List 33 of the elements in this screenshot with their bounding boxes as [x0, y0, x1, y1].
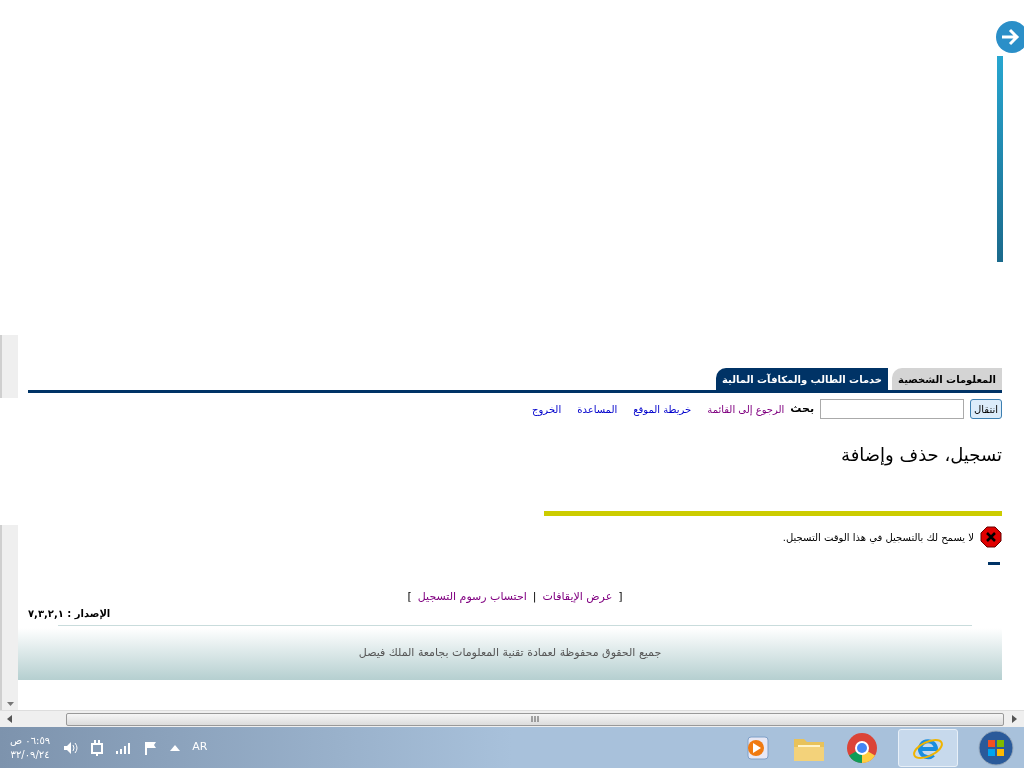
active-taskbar-button[interactable] [898, 728, 958, 767]
error-icon [980, 526, 1002, 548]
start-orb-icon[interactable] [978, 729, 1014, 766]
nav-link[interactable]: المساعدة [577, 401, 618, 417]
footer-link[interactable]: احتساب رسوم التسجيل [417, 589, 527, 606]
tab[interactable]: خدمات الطالب والمكافآت المالية [716, 368, 889, 390]
chrome-icon[interactable] [846, 731, 878, 764]
version-label: الإصدار : ٧,٣,٢,١ [28, 606, 111, 621]
page-heading: تسجيل، حذف وإضافة [840, 443, 1002, 468]
bracket: [ [618, 589, 623, 605]
scrollbar-track [0, 335, 18, 398]
media-player-icon[interactable] [744, 733, 772, 762]
nav-link[interactable]: خريطة الموقع [633, 401, 692, 417]
nav-link[interactable]: الخروج [532, 401, 562, 417]
tab[interactable]: المعلومات الشخصية [892, 368, 1002, 390]
separator: | [532, 589, 537, 605]
speaker-icon[interactable] [62, 740, 79, 755]
forward-arrow-icon[interactable] [994, 20, 1024, 55]
bracket: ] [407, 589, 412, 605]
footer-link[interactable]: عرض الإيقافات [542, 589, 613, 606]
nav-link[interactable]: الرجوع إلى القائمة [707, 401, 785, 417]
grip-icon [531, 716, 539, 722]
copyright-text: جميع الحقوق محفوظة لعمادة تقنية المعلومات بجامعة الملك فيصل [358, 645, 662, 662]
go-button[interactable]: انتقال [970, 399, 1002, 419]
signal-bars-icon[interactable] [116, 741, 133, 754]
flag-icon[interactable] [144, 740, 159, 755]
down-arrow-icon[interactable] [6, 702, 14, 706]
search-field[interactable] [820, 399, 965, 419]
scrollbar-thumb[interactable] [66, 712, 1004, 726]
search-label: بحث [790, 400, 815, 417]
power-plug-icon[interactable] [90, 739, 105, 756]
error-message: لا يسمح لك بالتسجيل في هذا الوقت التسجيل. [782, 530, 974, 545]
up-caret-icon[interactable] [170, 744, 181, 751]
